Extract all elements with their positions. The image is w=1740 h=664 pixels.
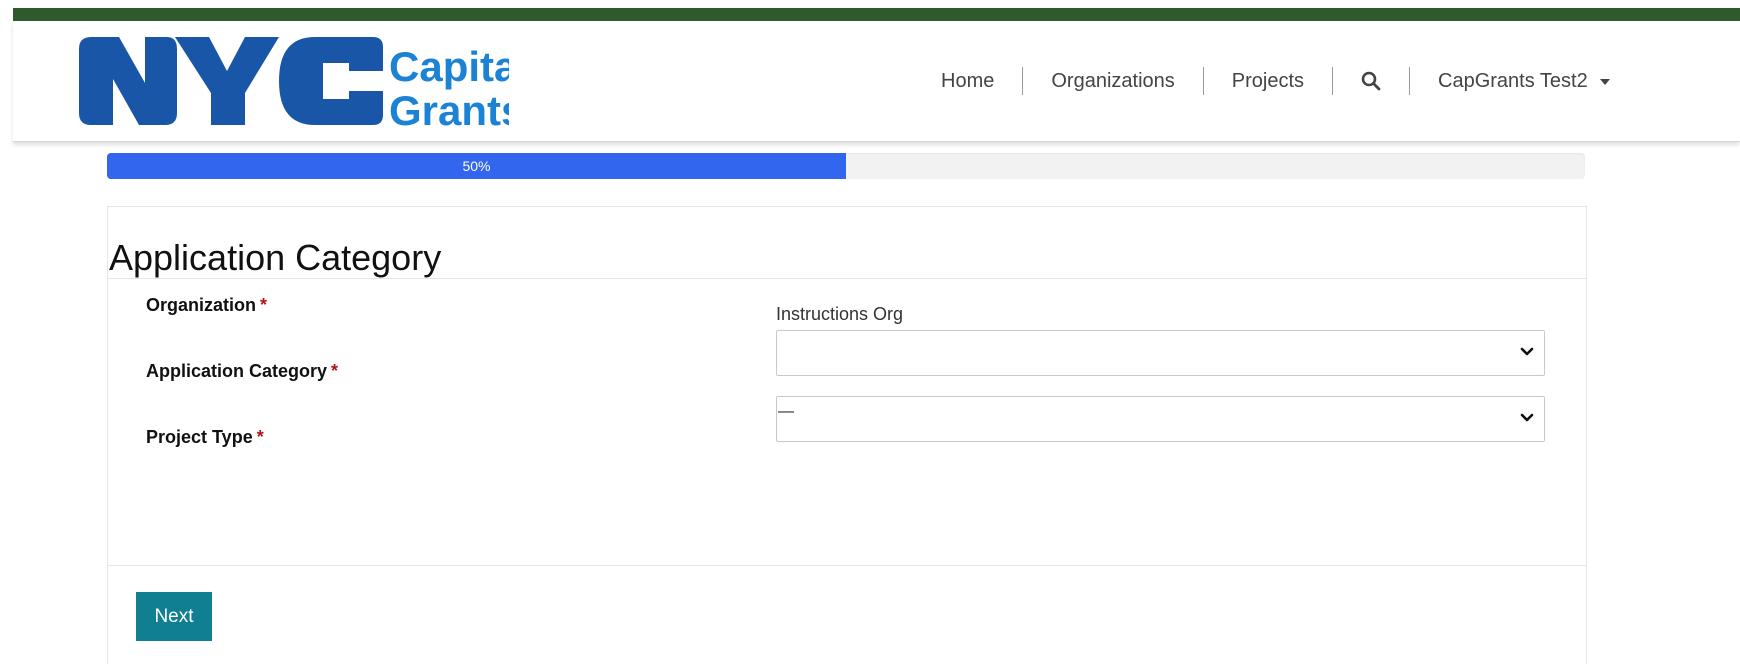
site-header: Capital Grants Home Organizations Projec… xyxy=(13,21,1740,142)
project-type-label: Project Type * xyxy=(146,427,264,448)
user-menu[interactable]: CapGrants Test2 xyxy=(1410,70,1638,93)
search-icon xyxy=(1361,71,1381,91)
chevron-down-icon xyxy=(1520,347,1534,356)
progress-bar: 50% xyxy=(107,153,1585,179)
nav-organizations[interactable]: Organizations xyxy=(1023,70,1202,93)
organization-value: Instructions Org xyxy=(776,304,904,324)
progress-label: 50% xyxy=(462,158,491,174)
project-type-select[interactable]: — xyxy=(776,396,1545,442)
progress-fill: 50% xyxy=(107,153,846,179)
divider xyxy=(108,278,1586,279)
nyc-capital-grants-logo[interactable]: Capital Grants xyxy=(79,31,509,133)
logo-graphic: Capital Grants xyxy=(79,37,509,133)
nav-search[interactable] xyxy=(1333,71,1409,91)
caret-down-icon xyxy=(1599,79,1610,85)
top-accent-bar xyxy=(13,8,1740,21)
application-category-label-text: Application Category xyxy=(146,361,328,381)
required-marker: * xyxy=(331,361,339,381)
logo-text-grants: Grants xyxy=(389,87,509,133)
application-form-card: Application Category Organization * Instr… xyxy=(107,206,1587,664)
project-type-selected: — xyxy=(778,403,794,420)
organization-label: Organization * xyxy=(146,295,267,316)
application-category-select[interactable] xyxy=(776,330,1545,376)
divider xyxy=(108,565,1586,566)
organization-label-text: Organization xyxy=(146,295,257,315)
nav-home[interactable]: Home xyxy=(913,70,1022,93)
main-nav: Home Organizations Projects CapGrants Te… xyxy=(913,21,1638,141)
required-marker: * xyxy=(260,295,268,315)
application-category-label: Application Category * xyxy=(146,361,338,382)
page-title: Application Category xyxy=(109,237,442,278)
chevron-down-icon xyxy=(1520,413,1534,422)
project-type-label-text: Project Type xyxy=(146,427,253,447)
required-marker: * xyxy=(256,427,264,447)
next-button[interactable]: Next xyxy=(136,592,212,641)
nav-projects[interactable]: Projects xyxy=(1204,70,1332,93)
user-menu-label: CapGrants Test2 xyxy=(1438,69,1588,92)
logo-text-capital: Capital xyxy=(389,43,509,90)
